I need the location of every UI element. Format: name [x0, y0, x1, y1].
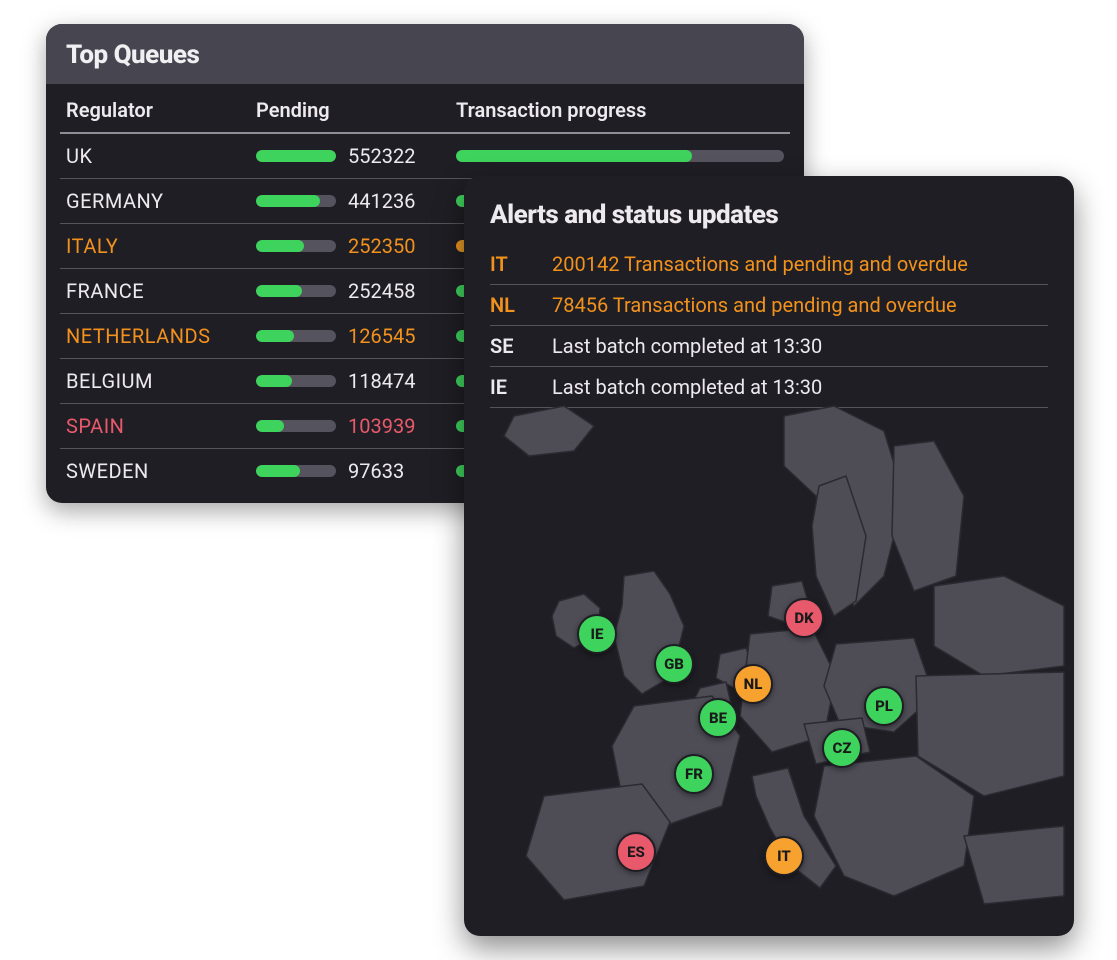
progress-cell — [456, 150, 784, 162]
map-badge-label: ES — [627, 843, 645, 861]
pending-bar — [256, 240, 336, 252]
pending-value: 252350 — [348, 234, 415, 258]
map-badge-label: DK — [794, 609, 813, 627]
pending-cell: 552322 — [256, 144, 456, 168]
map-badge-gb[interactable]: GB — [654, 644, 694, 684]
map-badge-label: IT — [777, 847, 791, 865]
map-badge-nl[interactable]: NL — [733, 664, 773, 704]
map-badge-label: GB — [664, 655, 684, 673]
pending-cell: 97633 — [256, 459, 456, 483]
pending-cell: 126545 — [256, 324, 456, 348]
regulator-name: FRANCE — [66, 279, 256, 303]
pending-value: 97633 — [348, 459, 404, 483]
col-header-progress: Transaction progress — [456, 98, 784, 122]
regulator-name: ITALY — [66, 234, 256, 258]
col-header-regulator: Regulator — [66, 98, 256, 122]
pending-cell: 103939 — [256, 414, 456, 438]
alert-country-code: SE — [490, 334, 534, 358]
pending-bar — [256, 420, 336, 432]
regulator-name: SWEDEN — [66, 459, 256, 483]
map-badge-label: IE — [591, 625, 604, 643]
alert-message: Last batch completed at 13:30 — [552, 334, 1048, 358]
map-badge-label: NL — [744, 675, 763, 693]
alert-message: 78456 Transactions and pending and overd… — [552, 293, 1048, 317]
pending-cell: 252350 — [256, 234, 456, 258]
top-queues-title: Top Queues — [46, 24, 804, 84]
pending-bar — [256, 285, 336, 297]
map-badge-label: PL — [875, 697, 893, 715]
pending-cell: 252458 — [256, 279, 456, 303]
regulator-name: SPAIN — [66, 414, 256, 438]
map-badge-be[interactable]: BE — [698, 698, 738, 738]
pending-bar — [256, 330, 336, 342]
alerts-title: Alerts and status updates — [490, 200, 1048, 230]
pending-bar — [256, 465, 336, 477]
pending-bar — [256, 195, 336, 207]
map-badge-label: BE — [709, 709, 727, 727]
map-badge-pl[interactable]: PL — [864, 686, 904, 726]
alert-row[interactable]: IT 200142 Transactions and pending and ov… — [490, 244, 1048, 285]
pending-value: 552322 — [348, 144, 415, 168]
alert-row[interactable]: SE Last batch completed at 13:30 — [490, 326, 1048, 367]
progress-bar — [456, 150, 784, 162]
pending-bar — [256, 375, 336, 387]
pending-value: 441236 — [348, 189, 415, 213]
queues-table-header-row: Regulator Pending Transaction progress — [60, 84, 790, 134]
pending-value: 252458 — [348, 279, 415, 303]
pending-value: 103939 — [348, 414, 415, 438]
alerts-card: Alerts and status updates IT 200142 Trans… — [464, 176, 1074, 936]
map-badge-label: CZ — [833, 739, 852, 757]
map-badge-it[interactable]: IT — [764, 836, 804, 876]
pending-value: 126545 — [348, 324, 415, 348]
alert-country-code: IT — [490, 252, 534, 276]
pending-value: 118474 — [348, 369, 415, 393]
map-badge-es[interactable]: ES — [616, 832, 656, 872]
regulator-name: UK — [66, 144, 256, 168]
alert-country-code: NL — [490, 293, 534, 317]
table-row[interactable]: UK 552322 — [60, 134, 790, 179]
alert-message: 200142 Transactions and pending and over… — [552, 252, 1048, 276]
map-badge-fr[interactable]: FR — [674, 754, 714, 794]
col-header-pending: Pending — [256, 98, 456, 122]
alert-row[interactable]: NL 78456 Transactions and pending and ove… — [490, 285, 1048, 326]
regulator-name: GERMANY — [66, 189, 256, 213]
pending-bar — [256, 150, 336, 162]
regulator-name: BELGIUM — [66, 369, 256, 393]
map-badge-dk[interactable]: DK — [784, 598, 824, 638]
regulator-name: NETHERLANDS — [66, 324, 256, 348]
map-badge-cz[interactable]: CZ — [822, 728, 862, 768]
pending-cell: 118474 — [256, 369, 456, 393]
pending-cell: 441236 — [256, 189, 456, 213]
map-badge-label: FR — [685, 765, 703, 783]
map-badge-ie[interactable]: IE — [577, 614, 617, 654]
